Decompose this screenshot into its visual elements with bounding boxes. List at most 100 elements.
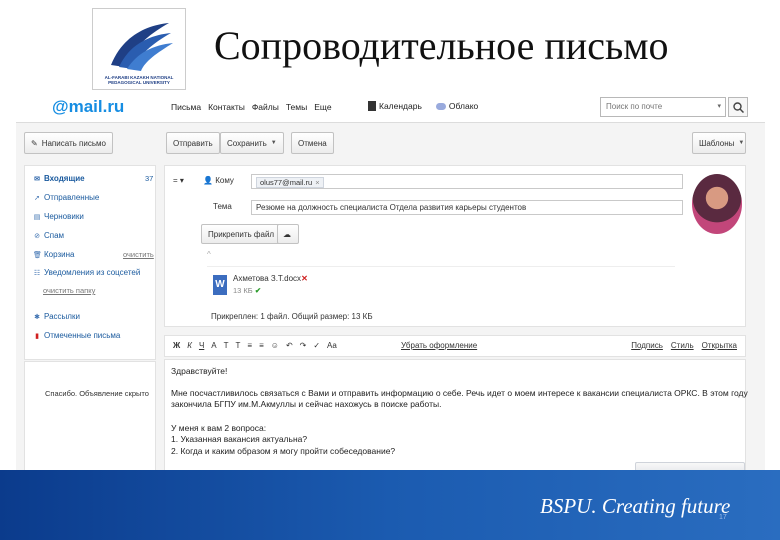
spam-icon: ⊘ bbox=[34, 232, 40, 240]
cloud-link[interactable]: Облако bbox=[435, 101, 478, 111]
send-label: Отправить bbox=[173, 138, 213, 148]
clear-folder-link[interactable]: очистить папку bbox=[43, 286, 95, 295]
message-body-editor[interactable]: Здравствуйте! Мне посчастливилось связат… bbox=[164, 359, 748, 473]
sidebar-item-drafts[interactable]: ▤ Черновики bbox=[33, 212, 84, 221]
avatar bbox=[692, 174, 742, 234]
body-line: 2. Когда и каким образом я могу пройти с… bbox=[171, 446, 396, 456]
body-line: Здравствуйте! bbox=[171, 366, 228, 376]
calendar-link[interactable]: Календарь bbox=[368, 101, 422, 111]
mailru-logo[interactable]: @mail.ru bbox=[52, 97, 124, 117]
compose-label: Написать письмо bbox=[41, 138, 106, 148]
flag-icon: ▮ bbox=[35, 332, 39, 340]
nav-more[interactable]: Еще bbox=[314, 102, 331, 112]
nav-letters[interactable]: Письма bbox=[171, 102, 201, 112]
signature-link[interactable]: Подпись bbox=[631, 341, 663, 350]
cloud-icon bbox=[435, 102, 446, 110]
delete-icon[interactable]: ✕ bbox=[301, 274, 308, 283]
ad-placeholder: Спасибо. Объявление скрыто bbox=[24, 361, 156, 473]
slide-title: Сопроводительное письмо bbox=[214, 23, 669, 68]
mailing-icon: ✱ bbox=[34, 313, 40, 321]
attachment-size: 13 КБ ✔ bbox=[233, 286, 262, 295]
university-logo: AL-FARABI KAZAKH NATIONAL PEDAGOGICAL UN… bbox=[92, 8, 186, 90]
clear-trash-link[interactable]: очистить bbox=[123, 250, 154, 259]
header-apps: Календарь Облако bbox=[368, 101, 478, 111]
emoji-button[interactable]: ☺ bbox=[271, 341, 279, 350]
logo-caption: AL-FARABI KAZAKH NATIONAL PEDAGOGICAL UN… bbox=[104, 75, 174, 85]
word-doc-icon: W bbox=[213, 275, 227, 295]
pencil-icon: ✎ bbox=[31, 138, 38, 148]
sidebar-item-trash[interactable]: 🗑 Корзина bbox=[33, 250, 74, 259]
format-right-links: Подпись Стиль Открытка bbox=[631, 341, 737, 350]
sidebar-item-spam[interactable]: ⊘ Спам bbox=[33, 231, 64, 240]
sidebar-item-flagged[interactable]: ▮ Отмеченные письма bbox=[33, 331, 120, 340]
inbox-icon: ✉ bbox=[34, 175, 40, 183]
to-label: 👤 Кому bbox=[203, 176, 234, 185]
sidebar-item-mailings[interactable]: ✱ Рассылки bbox=[33, 312, 80, 321]
sidebar-item-sent[interactable]: ➚ Отправленные bbox=[33, 193, 99, 202]
compose-form: = ▾ 👤 Кому olus77@mail.ru × Тема Резюме н… bbox=[164, 165, 746, 327]
nav-contacts[interactable]: Контакты bbox=[208, 102, 245, 112]
style-link[interactable]: Стиль bbox=[671, 341, 694, 350]
folder-label: Входящие bbox=[44, 174, 85, 183]
cancel-button[interactable]: Отмена bbox=[291, 132, 334, 154]
footer-slogan: BSPU. Creating future bbox=[540, 494, 731, 518]
chevron-up-icon[interactable]: ^ bbox=[207, 250, 211, 259]
search-button[interactable] bbox=[728, 97, 748, 117]
inbox-count: 37 bbox=[145, 174, 154, 183]
recipient-email: olus77@mail.ru bbox=[260, 178, 313, 187]
search-input[interactable] bbox=[606, 102, 706, 111]
header-nav: Письма Контакты Файлы Темы Еще bbox=[171, 102, 332, 112]
postcard-link[interactable]: Открытка bbox=[702, 341, 737, 350]
list-button[interactable]: ≡ bbox=[259, 341, 264, 350]
sidebar-item-inbox[interactable]: ✉ Входящие bbox=[33, 174, 85, 183]
sent-icon: ➚ bbox=[34, 194, 40, 202]
attachment-summary: Прикреплен: 1 файл. Общий размер: 13 КБ bbox=[211, 312, 373, 321]
mailing-icon: ☷ bbox=[33, 269, 41, 277]
folder-label: Отмеченные письма bbox=[44, 331, 121, 340]
align-button[interactable]: ≡ bbox=[247, 341, 252, 350]
chevron-down-icon: ▼ bbox=[270, 140, 277, 146]
cloud-attach-button[interactable]: ☁ bbox=[277, 224, 299, 244]
font-size-button[interactable]: Т bbox=[236, 341, 241, 350]
folder-label: Корзина bbox=[44, 250, 75, 259]
font-button[interactable]: Т bbox=[224, 341, 229, 350]
text-color-button[interactable]: А bbox=[211, 341, 216, 350]
send-button[interactable]: Отправить bbox=[166, 132, 220, 154]
to-field[interactable]: olus77@mail.ru × bbox=[251, 174, 683, 189]
italic-button[interactable]: К bbox=[187, 341, 192, 350]
body-line: У меня к вам 2 вопроса: bbox=[171, 423, 267, 433]
sidebar-item-social[interactable]: ☷ Уведомления из соцсетей bbox=[33, 268, 140, 277]
chevron-down-icon: ▼ bbox=[738, 140, 745, 146]
templates-label: Шаблоны bbox=[699, 138, 735, 148]
underline-button[interactable]: Ч bbox=[199, 341, 204, 350]
undo-button[interactable]: ↶ bbox=[286, 341, 293, 350]
recipient-chip[interactable]: olus77@mail.ru × bbox=[256, 177, 324, 188]
close-icon[interactable]: × bbox=[315, 178, 319, 187]
redo-button[interactable]: ↷ bbox=[300, 341, 307, 350]
chevron-down-icon[interactable]: ▾ bbox=[717, 102, 721, 110]
compose-button[interactable]: ✎ Написать письмо bbox=[24, 132, 113, 154]
check-icon: ✔ bbox=[254, 286, 262, 295]
nav-files[interactable]: Файлы bbox=[252, 102, 279, 112]
nav-themes[interactable]: Темы bbox=[286, 102, 307, 112]
templates-button[interactable]: Шаблоны ▼ bbox=[692, 132, 746, 154]
bold-button[interactable]: Ж bbox=[173, 341, 180, 350]
search-box[interactable]: ▾ bbox=[600, 97, 726, 117]
attach-label: Прикрепить файл bbox=[208, 229, 275, 239]
save-label: Сохранить bbox=[227, 138, 267, 148]
recipient-mode-select[interactable]: = ▾ bbox=[173, 174, 191, 189]
folder-label: Рассылки bbox=[44, 312, 80, 321]
drafts-icon: ▤ bbox=[33, 213, 41, 221]
body-line: закончила БГПУ им.М.Акмуллы и сейчас нах… bbox=[171, 399, 442, 409]
spellcheck-button[interactable]: ✓ bbox=[313, 341, 320, 350]
subject-label: Тема bbox=[213, 202, 232, 211]
save-button[interactable]: Сохранить ▼ bbox=[220, 132, 284, 154]
translit-button[interactable]: Aa bbox=[327, 341, 337, 350]
subject-field[interactable]: Резюме на должность специалиста Отдела р… bbox=[251, 200, 683, 215]
mail-screenshot: @mail.ru Письма Контакты Файлы Темы Еще … bbox=[16, 93, 765, 473]
attachment-item: W Ахметова З.Т.docx✕ 13 КБ ✔ bbox=[207, 266, 675, 310]
format-toolbar: Ж К Ч А Т Т ≡ ≡ ☺ ↶ ↷ ✓ Aa Убрать оформл… bbox=[164, 335, 746, 357]
attach-file-button[interactable]: Прикрепить файл bbox=[201, 224, 282, 244]
folder-label: Спам bbox=[44, 231, 65, 240]
remove-formatting-link[interactable]: Убрать оформление bbox=[401, 341, 477, 350]
